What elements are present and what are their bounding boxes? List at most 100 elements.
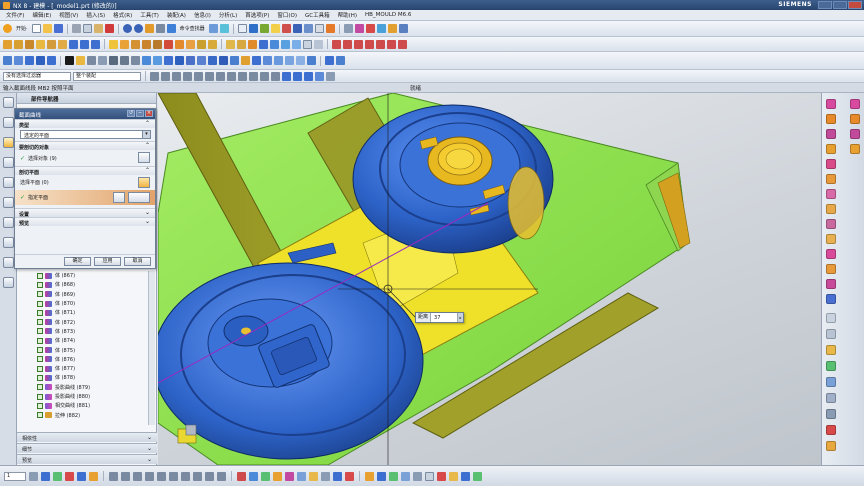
analysis-slope-icon[interactable]	[309, 471, 318, 481]
orient-view-icon[interactable]	[303, 24, 313, 33]
fit-view-icon[interactable]	[219, 24, 229, 33]
plane-dialog-button[interactable]	[113, 192, 125, 203]
wcs-orient-icon[interactable]	[65, 471, 74, 481]
select-features-icon[interactable]	[315, 71, 324, 81]
analysis-mass-icon[interactable]	[345, 471, 354, 481]
edit-object-icon[interactable]	[387, 24, 397, 33]
point-snap-icon[interactable]	[325, 56, 334, 65]
body-icon[interactable]	[850, 99, 860, 109]
extrude-icon[interactable]	[14, 39, 23, 49]
checkbox-icon[interactable]	[37, 319, 43, 326]
hd3d-tools-icon[interactable]	[3, 177, 14, 188]
distance-input[interactable]: 距离 37 ▸	[415, 312, 464, 323]
snap-pole-icon[interactable]	[249, 71, 258, 81]
delete-face-icon[interactable]	[314, 39, 323, 49]
preview-panel[interactable]: 预览 ⌄	[17, 454, 157, 464]
chamfer-icon[interactable]	[120, 39, 129, 49]
offset-face-icon[interactable]	[197, 39, 206, 49]
assembly-scope-select[interactable]: 整个装配	[73, 71, 141, 81]
arc-icon[interactable]	[343, 39, 352, 49]
menu-insert[interactable]: 插入(S)	[82, 11, 109, 19]
mirror-icon[interactable]	[186, 39, 195, 49]
core-cavity-icon[interactable]	[142, 56, 151, 65]
delete-icon[interactable]	[104, 24, 114, 33]
sew-icon[interactable]	[281, 39, 290, 49]
dialog-close-button[interactable]: ×	[145, 110, 153, 117]
checkbox-icon[interactable]	[37, 402, 43, 409]
show-hide-icon[interactable]	[376, 24, 386, 33]
checkbox-icon[interactable]	[37, 281, 43, 288]
measure-distance-icon[interactable]	[826, 409, 836, 419]
cylinder-icon[interactable]	[826, 114, 836, 124]
update-icon[interactable]	[461, 471, 470, 481]
close-button[interactable]	[848, 1, 862, 9]
process-studio-icon[interactable]	[3, 257, 14, 268]
settings-group-header[interactable]: 设置 ⌄	[15, 208, 155, 218]
text-tool-icon[interactable]	[65, 56, 74, 65]
bom-icon[interactable]	[263, 56, 272, 65]
menu-format[interactable]: 格式(R)	[109, 11, 136, 19]
system-materials-icon[interactable]	[3, 237, 14, 248]
layer-settings-icon[interactable]	[826, 329, 836, 339]
tree-row[interactable]: 投影曲线 (879)	[17, 383, 157, 392]
snap-midpoint-icon[interactable]	[161, 71, 170, 81]
tree-row[interactable]: 体 (873)	[17, 327, 157, 336]
minimize-button[interactable]	[818, 1, 832, 9]
surface-points-icon[interactable]	[336, 56, 345, 65]
checkbox-icon[interactable]	[37, 347, 43, 354]
tree-row[interactable]: 体 (878)	[17, 373, 157, 382]
render-style-icon[interactable]	[292, 24, 302, 33]
menu-preferences[interactable]: 首选项(P)	[241, 11, 273, 19]
redo-icon[interactable]	[133, 24, 143, 33]
region-icon[interactable]	[98, 56, 107, 65]
sketch-arc-icon[interactable]	[121, 471, 130, 481]
transform-icon[interactable]	[826, 393, 836, 403]
menu-edit[interactable]: 编辑(E)	[28, 11, 55, 19]
spline-icon[interactable]	[354, 39, 363, 49]
datum-plane-icon[interactable]	[226, 39, 235, 49]
show-all-icon[interactable]	[826, 441, 836, 451]
maximize-button[interactable]	[833, 1, 847, 9]
copy-face-icon[interactable]	[826, 361, 836, 371]
electrode-icon[interactable]	[241, 56, 250, 65]
web-browser-icon[interactable]	[3, 197, 14, 208]
parting-surface-icon[interactable]	[131, 56, 140, 65]
pan-icon[interactable]	[259, 24, 269, 33]
tree-row[interactable]: 体 (875)	[17, 345, 157, 354]
edit-parameters-icon[interactable]	[365, 471, 374, 481]
hole-icon[interactable]	[36, 39, 45, 49]
layer-select[interactable]: 1	[4, 471, 26, 481]
layer-icon[interactable]	[354, 24, 364, 33]
select-icon[interactable]	[237, 24, 247, 33]
offset-icon[interactable]	[826, 189, 836, 199]
replace-face-icon[interactable]	[303, 39, 312, 49]
gate-icon[interactable]	[208, 56, 217, 65]
boss-icon[interactable]	[47, 39, 56, 49]
select-bodies-icon[interactable]	[304, 71, 313, 81]
intersection-curve-icon[interactable]	[387, 39, 396, 49]
snap-endpoint-icon[interactable]	[150, 71, 159, 81]
menu-window[interactable]: 窗口(O)	[273, 11, 301, 19]
tree-row[interactable]: 体 (874)	[17, 336, 157, 345]
unused-parts-icon[interactable]	[296, 56, 305, 65]
reset-icon[interactable]: ↺	[127, 110, 135, 117]
checkbox-icon[interactable]	[37, 384, 43, 391]
reuse-library-icon[interactable]	[3, 157, 14, 168]
mould-base-icon[interactable]	[164, 56, 173, 65]
menu-file[interactable]: 文件(F)	[2, 11, 28, 19]
snap-existing-icon[interactable]	[216, 71, 225, 81]
select-object-button[interactable]	[138, 152, 150, 163]
wcs-icon[interactable]	[365, 24, 375, 33]
new-file-icon[interactable]	[31, 24, 41, 33]
paste-icon[interactable]	[93, 24, 103, 33]
checkbox-icon[interactable]	[37, 272, 43, 279]
drawing-icon[interactable]	[274, 56, 283, 65]
snap-angle-icon[interactable]	[260, 71, 269, 81]
distance-value[interactable]: 37	[431, 315, 457, 321]
sketch-line-icon[interactable]	[109, 471, 118, 481]
point-icon[interactable]	[259, 39, 268, 49]
checkbox-icon[interactable]	[37, 291, 43, 298]
check-regions-icon[interactable]	[153, 56, 162, 65]
sphere-icon[interactable]	[826, 144, 836, 154]
swept-icon[interactable]	[826, 294, 836, 304]
